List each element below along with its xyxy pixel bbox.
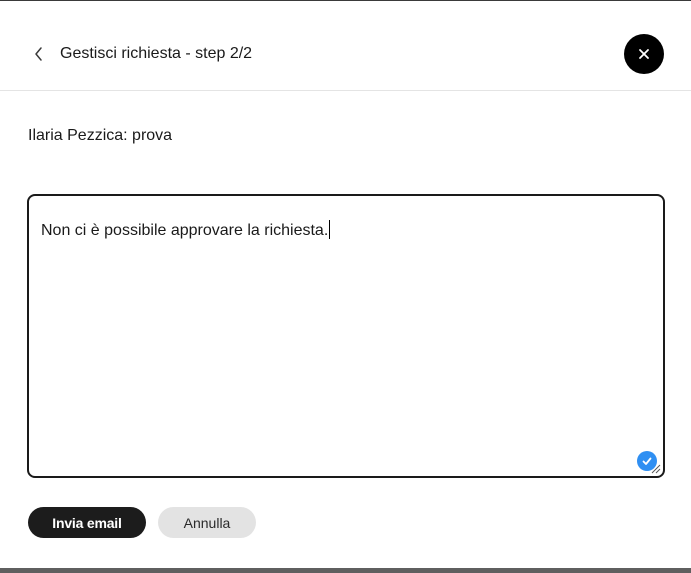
backdrop-strip xyxy=(0,568,691,573)
dialog-header: Gestisci richiesta - step 2/2 xyxy=(0,1,691,91)
send-email-button[interactable]: Invia email xyxy=(28,507,146,538)
email-message-text: Non ci è possibile approvare la richiest… xyxy=(41,220,331,239)
resize-handle-icon[interactable] xyxy=(649,462,661,474)
chevron-left-icon xyxy=(35,47,42,61)
dialog-title: Gestisci richiesta - step 2/2 xyxy=(60,45,253,62)
text-caret xyxy=(329,220,331,239)
manage-request-dialog: Gestisci richiesta - step 2/2 Ilaria Pez… xyxy=(0,0,691,568)
request-summary: Ilaria Pezzica: prova xyxy=(28,127,173,144)
close-icon xyxy=(639,49,649,59)
email-message-textarea[interactable]: Non ci è possibile approvare la richiest… xyxy=(27,194,665,478)
close-button[interactable] xyxy=(624,34,664,74)
back-button[interactable] xyxy=(28,41,50,67)
cancel-button[interactable]: Annulla xyxy=(158,507,256,538)
